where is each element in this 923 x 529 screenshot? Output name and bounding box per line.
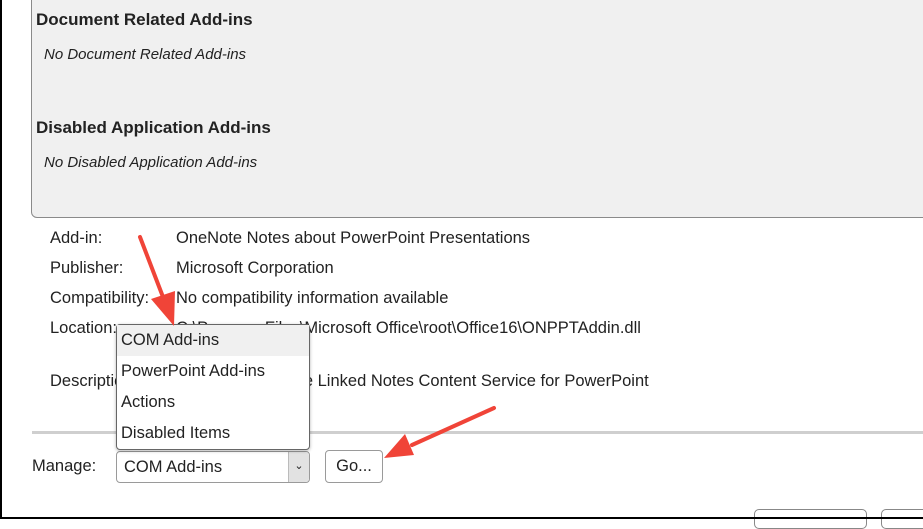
dropdown-option-com-addins[interactable]: COM Add-ins [117, 325, 309, 356]
addin-value: OneNote Notes about PowerPoint Presentat… [176, 229, 531, 247]
ok-button[interactable] [754, 509, 867, 529]
section-heading-document-related: Document Related Add-ins [36, 10, 253, 29]
dropdown-option-actions[interactable]: Actions [117, 387, 309, 418]
manage-dropdown-list: COM Add-ins PowerPoint Add-ins Actions D… [116, 324, 310, 450]
window-border-left [0, 0, 2, 519]
addins-list-panel [31, 0, 923, 218]
compatibility-value: No compatibility information available [176, 289, 449, 307]
section-empty-disabled: No Disabled Application Add-ins [44, 154, 258, 171]
dropdown-option-powerpoint-addins[interactable]: PowerPoint Add-ins [117, 356, 309, 387]
location-label: Location: [50, 319, 117, 337]
addin-label: Add-in: [50, 229, 103, 247]
manage-select-value: COM Add-ins [124, 458, 223, 476]
section-heading-disabled: Disabled Application Add-ins [36, 118, 271, 137]
cancel-button[interactable] [881, 509, 923, 529]
section-empty-document-related: No Document Related Add-ins [44, 46, 247, 63]
publisher-value: Microsoft Corporation [176, 259, 334, 277]
compatibility-label: Compatibility: [50, 289, 150, 307]
go-button[interactable]: Go... [325, 450, 383, 483]
manage-label: Manage: [32, 457, 97, 475]
arrow-to-dropdown-icon [138, 235, 175, 326]
chevron-down-icon[interactable]: ⌄ [288, 452, 309, 482]
publisher-label: Publisher: [50, 259, 124, 277]
dropdown-option-disabled-items[interactable]: Disabled Items [117, 418, 309, 449]
manage-select[interactable]: COM Add-ins ⌄ [116, 451, 310, 483]
